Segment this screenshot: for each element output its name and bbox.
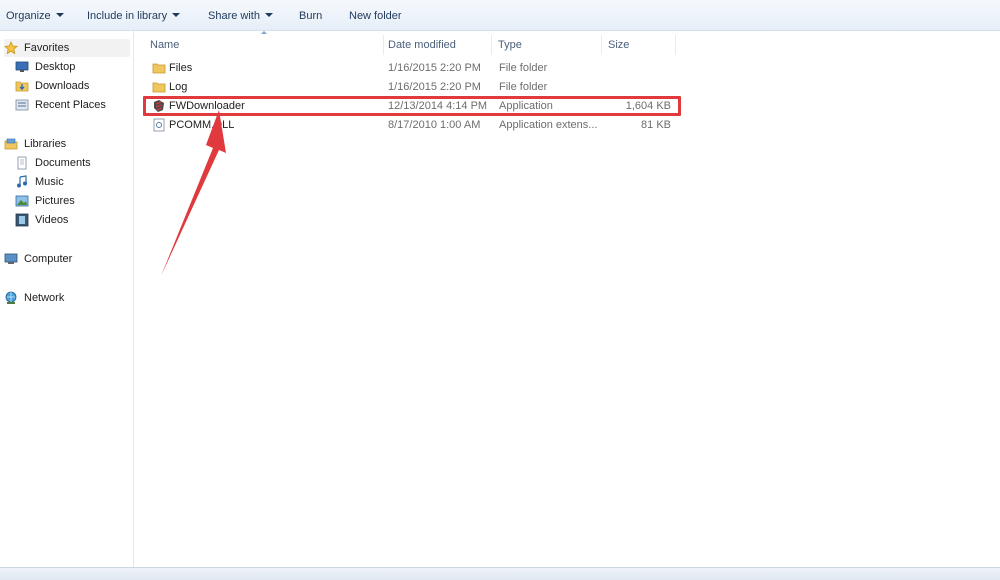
column-header-size[interactable]: Size <box>604 35 676 55</box>
highlight-box <box>143 96 681 116</box>
nav-recent-places-label: Recent Places <box>35 99 106 111</box>
music-icon <box>17 175 27 188</box>
computer-icon <box>4 253 18 264</box>
file-date: 1/16/2015 2:20 PM <box>388 81 481 93</box>
network-icon <box>5 291 17 304</box>
downloads-icon <box>15 81 29 92</box>
chevron-down-icon <box>172 13 181 17</box>
nav-music-label: Music <box>35 176 64 188</box>
file-type: File folder <box>499 62 548 74</box>
folder-icon <box>152 82 166 93</box>
sort-ascending-icon <box>261 31 267 34</box>
nav-computer-label: Computer <box>24 253 73 265</box>
file-name: Log <box>169 81 188 93</box>
file-date: 1/16/2015 2:20 PM <box>388 62 481 74</box>
dll-icon <box>153 118 165 132</box>
desktop-icon <box>15 61 29 72</box>
file-type: File folder <box>499 81 548 93</box>
videos-icon <box>15 213 29 227</box>
details-pane <box>0 567 1000 580</box>
column-header-type[interactable]: Type <box>494 35 602 55</box>
column-header-name[interactable]: Name <box>146 35 384 55</box>
navigation-pane: Favorites Desktop Downloads Recent Place… <box>0 31 134 567</box>
nav-libraries-label: Libraries <box>24 138 67 150</box>
file-name: PCOMM.DLL <box>169 119 235 131</box>
chevron-down-icon <box>55 13 64 17</box>
nav-downloads-label: Downloads <box>35 80 90 92</box>
file-name: Files <box>169 62 193 74</box>
file-date: 8/17/2010 1:00 AM <box>388 119 481 131</box>
include-in-library-label: Include in library <box>87 10 168 22</box>
share-with-button[interactable]: Share with <box>208 8 273 24</box>
organize-button[interactable]: Organize <box>6 8 64 24</box>
file-size: 81 KB <box>641 119 671 131</box>
chevron-down-icon <box>264 13 273 17</box>
share-with-label: Share with <box>208 10 260 22</box>
recent-places-icon <box>15 99 29 111</box>
file-row-pcomm-dll[interactable]: PCOMM.DLL 8/17/2010 1:00 AM Application … <box>148 116 678 135</box>
folder-icon <box>152 63 166 74</box>
organize-label: Organize <box>6 10 51 22</box>
star-icon <box>4 41 18 55</box>
nav-videos-label: Videos <box>35 214 69 226</box>
nav-network-label: Network <box>24 292 65 304</box>
file-type: Application extens... <box>499 119 598 131</box>
nav-favorites-label: Favorites <box>24 42 70 54</box>
burn-button[interactable]: Burn <box>299 8 322 24</box>
nav-documents-label: Documents <box>35 157 91 169</box>
file-row-files[interactable]: Files 1/16/2015 2:20 PM File folder <box>148 59 678 78</box>
file-row-log[interactable]: Log 1/16/2015 2:20 PM File folder <box>148 78 678 97</box>
new-folder-button[interactable]: New folder <box>349 8 402 24</box>
documents-icon <box>17 156 27 170</box>
libraries-icon <box>4 138 18 150</box>
nav-desktop-label: Desktop <box>35 61 76 73</box>
column-header-date-modified[interactable]: Date modified <box>384 35 492 55</box>
nav-pictures-label: Pictures <box>35 195 75 207</box>
include-in-library-button[interactable]: Include in library <box>87 8 181 24</box>
command-bar: Organize Include in library Share with B… <box>0 0 1000 31</box>
nav-favorites[interactable]: Favorites <box>4 39 130 57</box>
pictures-icon <box>15 195 29 207</box>
